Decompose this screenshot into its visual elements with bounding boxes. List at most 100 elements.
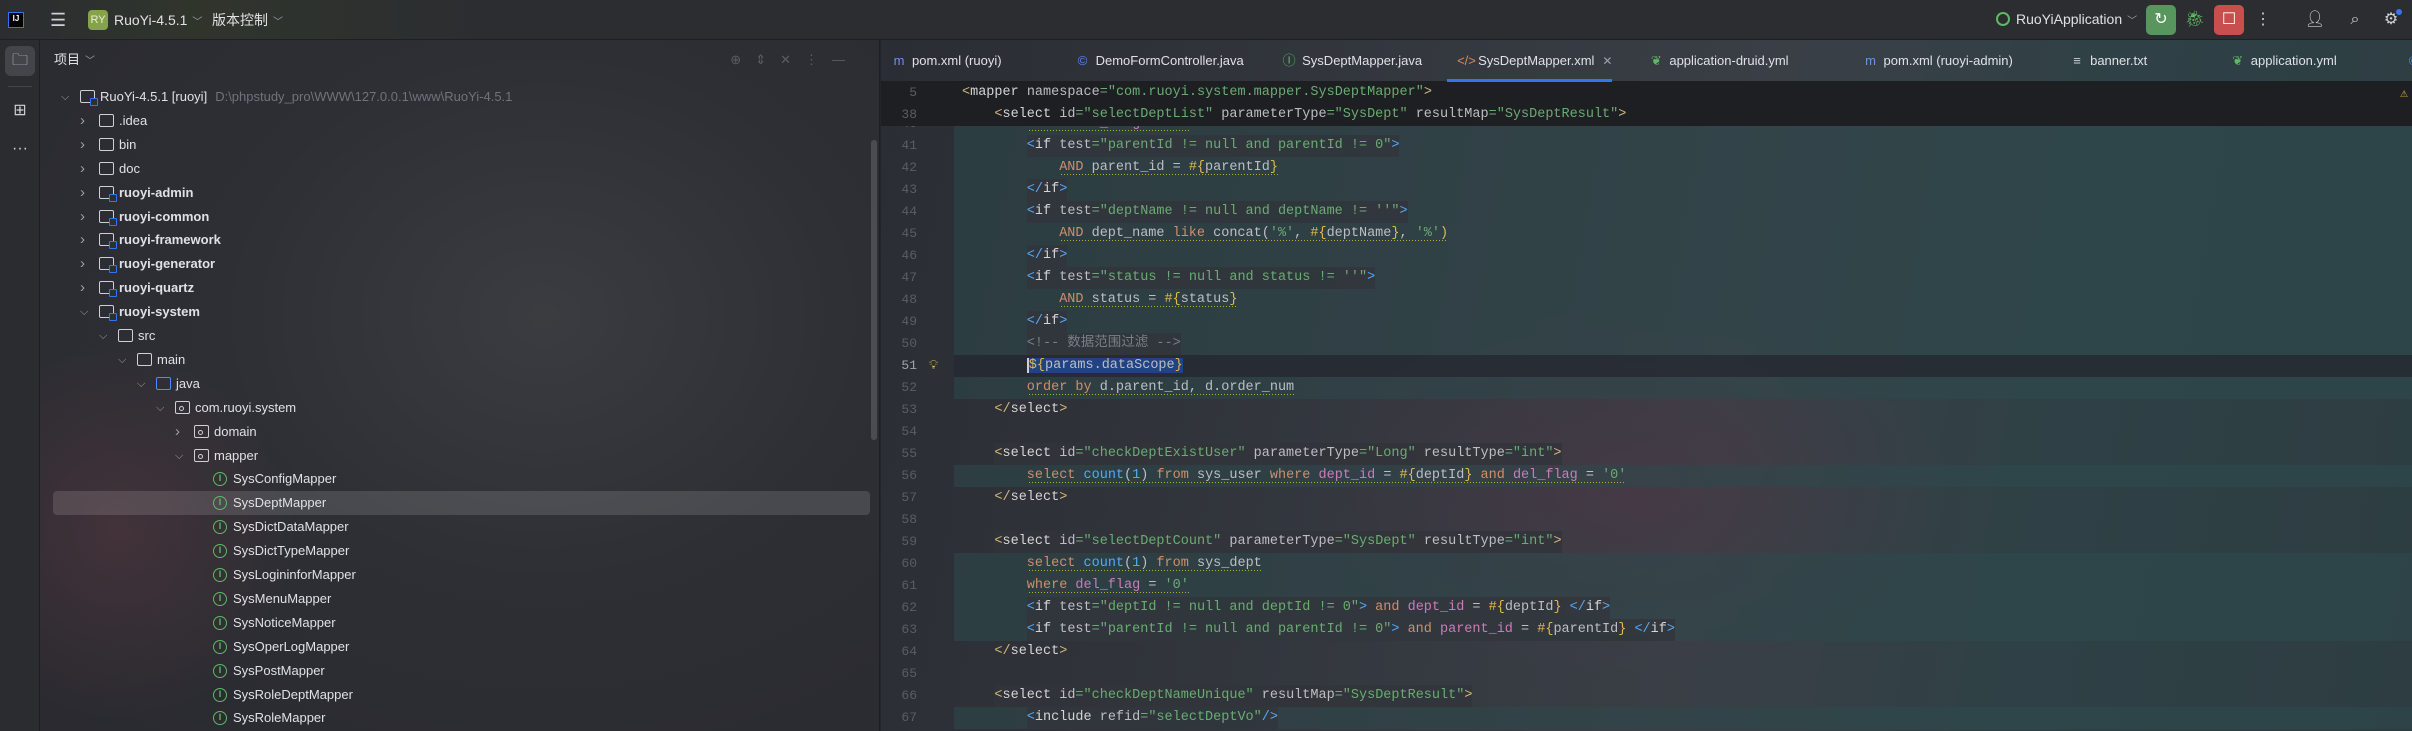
more-tools-button[interactable]: ··· [5, 134, 35, 164]
line-number[interactable]: 62 [883, 597, 917, 619]
stop-button[interactable]: ☐ [2214, 5, 2244, 35]
hamburger-menu-icon[interactable]: ☰ [50, 11, 66, 29]
line-number[interactable]: 42 [883, 157, 917, 179]
line-number[interactable]: 47 [883, 267, 917, 289]
code-line[interactable]: 53 </select> [881, 399, 2412, 421]
tree-item[interactable]: I SysLogininforMapper [40, 563, 870, 587]
settings-button[interactable]: ⚙ [2376, 5, 2406, 35]
expand-all-icon[interactable]: ⇕ [755, 52, 780, 67]
code-line[interactable]: 57 </select> [881, 487, 2412, 509]
code-area[interactable]: 40where del_flag = '0'41<if test="parent… [881, 82, 2412, 731]
code-line[interactable]: 58 [881, 509, 2412, 531]
line-number[interactable]: 38 [883, 104, 917, 126]
chevron-right-icon[interactable]: › [80, 109, 92, 133]
tree-item[interactable]: › ruoyi-quartz [40, 276, 870, 300]
locate-icon[interactable]: ⊕ [730, 52, 755, 67]
tree-item[interactable]: › doc [40, 157, 870, 181]
vcs-menu[interactable]: 版本控制 ﹀ [212, 12, 283, 31]
chevron-down-icon[interactable]: ⌵ [99, 324, 111, 348]
tab-demoformcontroller-java[interactable]: © DemoFormController.java [1065, 40, 1244, 82]
code-line[interactable]: 61 where del_flag = '0' [881, 575, 2412, 597]
tree-item[interactable]: › ruoyi-framework [40, 228, 870, 252]
line-number[interactable]: 46 [883, 245, 917, 267]
search-button[interactable]: ⌕ [2340, 5, 2370, 35]
line-number[interactable]: 55 [883, 443, 917, 465]
code-line[interactable]: 48 AND status = #{status} [881, 289, 2412, 311]
chevron-right-icon[interactable]: › [80, 133, 92, 157]
collapse-all-icon[interactable]: ✕ [780, 52, 805, 67]
rerun-button[interactable]: ↻ [2146, 5, 2176, 35]
project-badge[interactable]: RY [88, 10, 108, 30]
line-number[interactable]: 56 [883, 465, 917, 487]
line-number[interactable]: 50 [883, 333, 917, 355]
code-line[interactable]: 63 <if test="parentId != null and parentI… [881, 619, 2412, 641]
code-with-me-button[interactable]: 👤︎ [2300, 5, 2330, 35]
panel-scrollbar[interactable] [871, 140, 877, 440]
project-panel-title[interactable]: 项目 ﹀ [54, 52, 95, 70]
line-number[interactable]: 49 [883, 311, 917, 333]
code-line[interactable]: 54 [881, 421, 2412, 443]
line-number[interactable]: 60 [883, 553, 917, 575]
code-line[interactable]: 52 order by d.parent_id, d.order_num [881, 377, 2412, 399]
code-line[interactable]: 50 <!-- 数据范围过滤 --> [881, 333, 2412, 355]
code-line[interactable]: 45 AND dept_name like concat('%', #{deptN… [881, 223, 2412, 245]
run-config-selector[interactable]: RuoYiApplication ﹀ [1996, 11, 2137, 30]
chevron-right-icon[interactable]: › [80, 276, 92, 300]
code-line[interactable]: 60 select count(1) from sys_dept [881, 553, 2412, 575]
tree-item[interactable]: ⌵ ruoyi-system [40, 300, 870, 324]
line-number[interactable]: 64 [883, 641, 917, 663]
code-line[interactable]: 44 <if test="deptName != null and deptNam… [881, 201, 2412, 223]
tree-item[interactable]: ⌵ com.ruoyi.system [40, 396, 870, 420]
chevron-down-icon[interactable]: ⌵ [156, 396, 168, 420]
tree-item[interactable]: I SysConfigMapper [40, 467, 870, 491]
structure-tool-button[interactable]: ⊞ [5, 96, 35, 126]
more-actions-button[interactable]: ⋮ [2248, 5, 2278, 35]
tree-item[interactable]: I SysOperLogMapper [40, 635, 870, 659]
tab-banner-txt[interactable]: ≡ banner.txt [2059, 40, 2147, 82]
tree-item[interactable]: › domain [40, 420, 870, 444]
chevron-right-icon[interactable]: › [80, 228, 92, 252]
tree-item[interactable]: ⌵ src [40, 324, 870, 348]
close-icon[interactable]: ✕ [1602, 54, 1612, 68]
hide-icon[interactable]: — [832, 52, 859, 67]
line-number[interactable]: 45 [883, 223, 917, 245]
line-number[interactable]: 41 [883, 135, 917, 157]
intention-bulb-icon[interactable]: 💡︎ [929, 355, 938, 377]
tree-item[interactable]: › bin [40, 133, 870, 157]
code-line[interactable]: 47 <if test="status != null and status !=… [881, 267, 2412, 289]
tab-application-druid-yml[interactable]: ❦ application-druid.yml [1638, 40, 1789, 82]
code-line[interactable]: 42 AND parent_id = #{parentId} [881, 157, 2412, 179]
code-line[interactable]: 55 <select id="checkDeptExistUser" parame… [881, 443, 2412, 465]
line-number[interactable]: 5 [883, 82, 917, 104]
tree-item[interactable]: I SysDictDataMapper [40, 515, 870, 539]
line-number[interactable]: 61 [883, 575, 917, 597]
tree-item[interactable]: › ruoyi-generator [40, 252, 870, 276]
tree-item[interactable]: › ruoyi-admin [40, 181, 870, 205]
code-line[interactable]: 38 <select id="selectDeptList" parameterT… [881, 104, 2412, 126]
tree-item[interactable]: ⌵ main [40, 348, 870, 372]
tree-item[interactable]: I SysDictTypeMapper [40, 539, 870, 563]
tree-item[interactable]: › ruoyi-common [40, 205, 870, 229]
chevron-right-icon[interactable]: › [80, 252, 92, 276]
line-number[interactable]: 52 [883, 377, 917, 399]
line-number[interactable]: 65 [883, 663, 917, 685]
code-line[interactable]: 46 </if> [881, 245, 2412, 267]
line-number[interactable]: 54 [883, 421, 917, 443]
debug-button[interactable]: 🐞︎ [2180, 5, 2210, 35]
warning-icon[interactable]: ⚠ [2400, 86, 2408, 102]
tree-item[interactable]: I SysRoleMapper [40, 706, 870, 730]
tab-pom-xml-ruoyi-[interactable]: m pom.xml (ruoyi) [881, 40, 1002, 82]
line-number[interactable]: 58 [883, 509, 917, 531]
code-line[interactable]: 43 </if> [881, 179, 2412, 201]
code-line[interactable]: 62 <if test="deptId != null and deptId !=… [881, 597, 2412, 619]
chevron-down-icon[interactable]: ⌵ [175, 444, 187, 468]
tab-sysdeptmapper-java[interactable]: Ⓘ SysDeptMapper.java [1271, 40, 1422, 82]
code-line[interactable]: 56 select count(1) from sys_user where de… [881, 465, 2412, 487]
tree-item[interactable]: ⌵ RuoYi-4.5.1 [ruoyi] D:\phpstudy_pro\WWW\… [40, 85, 870, 109]
tree-item[interactable]: › .idea [40, 109, 870, 133]
line-number[interactable]: 59 [883, 531, 917, 553]
code-line[interactable]: 59 <select id="selectDeptCount" parameter… [881, 531, 2412, 553]
tab-application-yml[interactable]: ❦ application.yml [2220, 40, 2336, 82]
line-number[interactable]: 67 [883, 707, 917, 729]
chevron-down-icon[interactable]: ⌵ [61, 85, 73, 109]
